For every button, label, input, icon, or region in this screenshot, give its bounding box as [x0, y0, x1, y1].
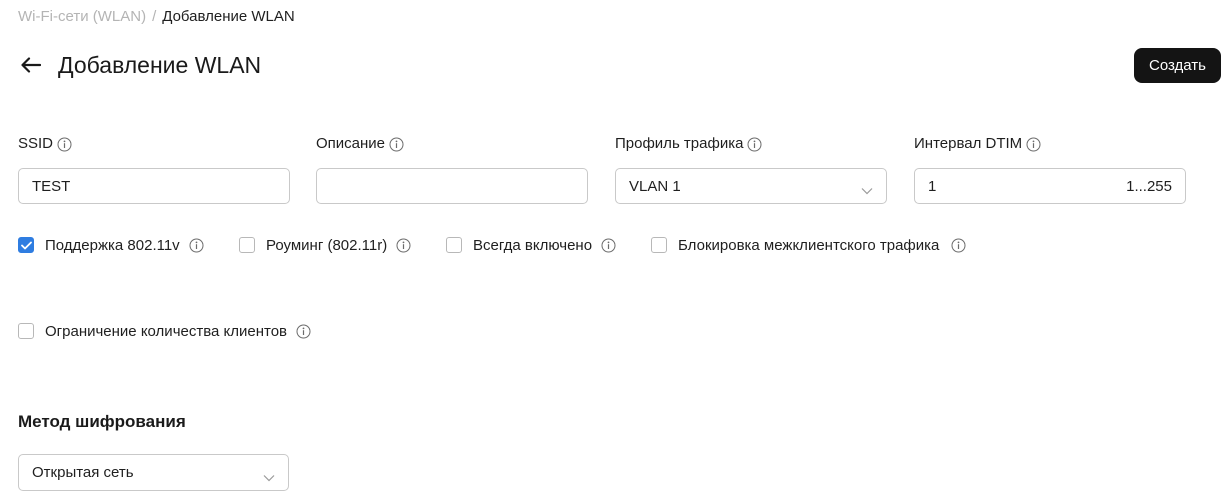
- encryption-method-select[interactable]: Открытая сеть: [18, 454, 289, 491]
- dtim-field-group: Интервал DTIM 1...255: [914, 134, 1186, 204]
- checkbox-box[interactable]: [18, 237, 34, 253]
- checkbox-client-isolation[interactable]: Блокировка межклиентского трафика: [651, 235, 966, 255]
- info-icon[interactable]: [1026, 137, 1041, 152]
- dtim-label: Интервал DTIM: [914, 135, 1023, 152]
- ssid-text-input[interactable]: [32, 177, 276, 195]
- create-button[interactable]: Создать: [1134, 48, 1221, 83]
- chevron-down-icon: [263, 469, 275, 481]
- info-icon[interactable]: [57, 137, 72, 152]
- checkmark-icon: [20, 241, 32, 249]
- dtim-text-input[interactable]: [928, 177, 1119, 195]
- checkbox-label: Роуминг (802.11r): [266, 236, 388, 254]
- info-icon[interactable]: [951, 238, 966, 253]
- description-text-input[interactable]: [330, 177, 574, 195]
- checkbox-box[interactable]: [446, 237, 462, 253]
- ssid-field-group: SSID: [18, 134, 290, 204]
- ssid-input[interactable]: [18, 168, 290, 204]
- info-icon[interactable]: [189, 238, 204, 253]
- checkbox-box[interactable]: [239, 237, 255, 253]
- breadcrumb-link-wlan[interactable]: Wi-Fi-сети (WLAN): [18, 8, 146, 25]
- checkbox-80211v[interactable]: Поддержка 802.11v: [18, 235, 204, 255]
- checkbox-label: Блокировка межклиентского трафика: [678, 236, 940, 254]
- traffic-profile-value: VLAN 1: [629, 177, 681, 195]
- page-title: Добавление WLAN: [58, 52, 262, 78]
- traffic-profile-field-group: Профиль трафика VLAN 1: [615, 134, 887, 204]
- info-icon[interactable]: [601, 238, 616, 253]
- checkbox-roaming[interactable]: Роуминг (802.11r): [239, 235, 411, 255]
- checkbox-label: Поддержка 802.11v: [45, 236, 180, 254]
- encryption-method-value: Открытая сеть: [32, 464, 134, 481]
- description-field-group: Описание: [316, 134, 588, 204]
- breadcrumb-separator: /: [152, 8, 157, 25]
- traffic-profile-select[interactable]: VLAN 1: [615, 168, 887, 204]
- dtim-range-hint: 1...255: [1126, 177, 1172, 195]
- chevron-down-icon: [861, 182, 873, 195]
- checkbox-client-limit[interactable]: Ограничение количества клиентов: [18, 321, 311, 341]
- info-icon[interactable]: [296, 324, 311, 339]
- checkbox-always-on[interactable]: Всегда включено: [446, 235, 616, 255]
- checkbox-label: Всегда включено: [473, 236, 593, 254]
- info-icon[interactable]: [389, 137, 404, 152]
- info-icon[interactable]: [396, 238, 411, 253]
- dtim-input[interactable]: 1...255: [914, 168, 1186, 204]
- ssid-label: SSID: [18, 135, 54, 152]
- breadcrumb-current: Добавление WLAN: [162, 8, 295, 25]
- arrow-left-icon: [21, 57, 41, 73]
- info-icon[interactable]: [747, 137, 762, 152]
- back-button[interactable]: [18, 52, 44, 78]
- checkbox-label: Ограничение количества клиентов: [45, 322, 288, 340]
- breadcrumb: Wi-Fi-сети (WLAN) / Добавление WLAN: [18, 7, 295, 27]
- checkbox-box[interactable]: [18, 323, 34, 339]
- checkbox-box[interactable]: [651, 237, 667, 253]
- encryption-section-title: Метод шифрования: [18, 412, 186, 431]
- description-input[interactable]: [316, 168, 588, 204]
- traffic-profile-label: Профиль трафика: [615, 135, 744, 152]
- description-label: Описание: [316, 135, 386, 152]
